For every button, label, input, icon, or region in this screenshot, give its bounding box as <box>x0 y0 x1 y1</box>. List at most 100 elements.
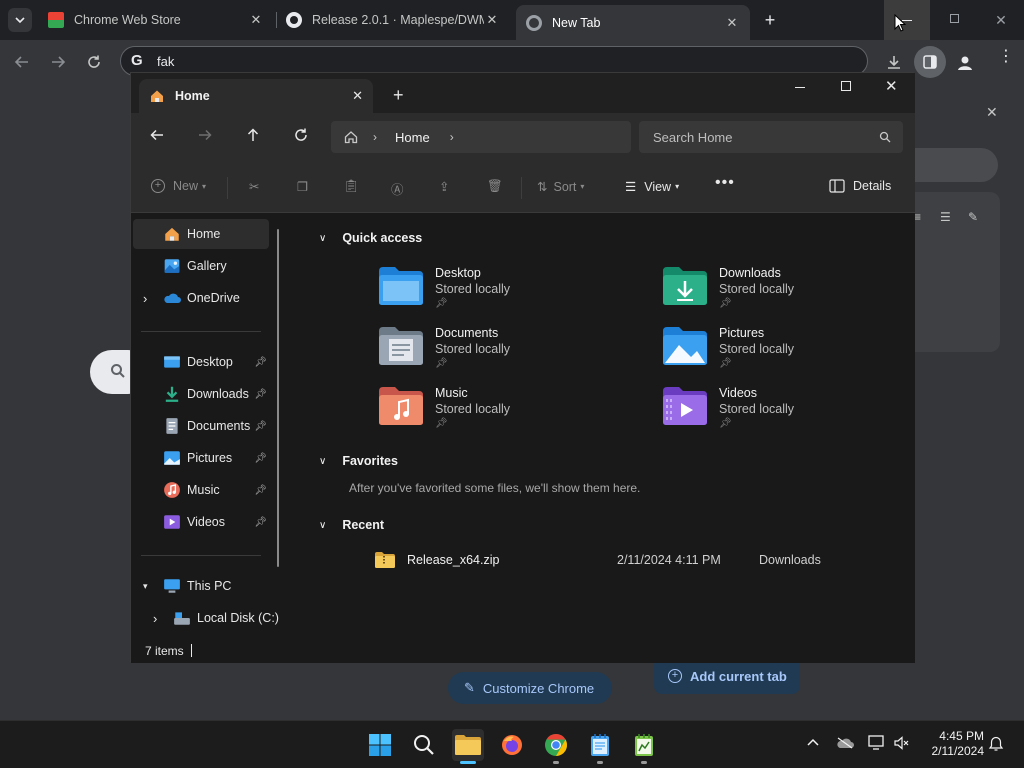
pin-icon[interactable]: 📌︎ <box>254 357 267 368</box>
videos-folder-icon <box>164 515 180 529</box>
paste-icon[interactable]: 📋︎ <box>343 179 359 194</box>
network-icon[interactable] <box>868 735 886 751</box>
address-bar[interactable]: › Home › <box>331 121 631 153</box>
explorer-tab-home[interactable]: Home ✕ <box>139 79 373 113</box>
search-button[interactable] <box>408 729 440 761</box>
back-button[interactable] <box>149 127 171 149</box>
copy-icon[interactable]: ❐ <box>297 179 308 194</box>
tab-search-button[interactable] <box>8 8 32 32</box>
customize-chrome-button[interactable]: ✎ Customize Chrome <box>448 672 612 704</box>
sort-button[interactable]: ⇅ Sort ▾ <box>537 179 584 195</box>
quick-access-videos[interactable]: Videos Stored locally 📌︎ <box>663 385 923 441</box>
chevron-down-icon: ▾ <box>202 181 207 191</box>
edit-icon[interactable]: ✎ <box>968 210 978 224</box>
side-panel-search[interactable] <box>914 148 998 182</box>
chevron-down-icon[interactable]: ▾ <box>143 581 148 592</box>
pin-icon[interactable]: 📌︎ <box>254 389 267 400</box>
new-tab-button[interactable]: + <box>760 10 780 30</box>
sidebar-item-music[interactable]: Music 📌︎ <box>133 475 269 505</box>
share-icon[interactable]: ⇪ <box>439 179 449 194</box>
new-button[interactable]: + New ▾ <box>151 179 206 193</box>
minimize-button[interactable] <box>884 0 930 40</box>
cut-icon[interactable]: ✂ <box>249 179 259 194</box>
taskbar-app[interactable] <box>628 729 660 764</box>
sidebar-item-onedrive[interactable]: › OneDrive <box>133 283 269 313</box>
rename-icon[interactable]: Ⓐ <box>391 179 404 198</box>
taskbar-notepad[interactable] <box>584 729 616 764</box>
restore-button[interactable] <box>930 0 976 40</box>
forward-button[interactable] <box>50 54 66 70</box>
quick-access-music[interactable]: Music Stored locally 📌︎ <box>379 385 639 441</box>
section-favorites[interactable]: ∨ Favorites <box>319 454 398 468</box>
sidebar-item-gallery[interactable]: Gallery <box>133 251 269 281</box>
clock[interactable]: 4:45 PM 2/11/2024 <box>922 729 985 759</box>
list-icon[interactable]: ☰ <box>940 210 951 224</box>
quick-access-pictures[interactable]: Pictures Stored locally 📌︎ <box>663 325 923 381</box>
close-icon[interactable]: ✕ <box>484 12 500 28</box>
chrome-tab-webstore[interactable]: Chrome Web Store ✕ <box>38 5 274 35</box>
running-indicator <box>553 761 559 764</box>
view-button[interactable]: ☰ View ▾ <box>625 179 679 195</box>
download-icon[interactable] <box>886 54 902 70</box>
details-button[interactable]: Details <box>829 179 891 193</box>
sidebar-item-local-disk[interactable]: › Local Disk (C:) <box>133 603 283 633</box>
sidebar-scrollbar[interactable] <box>277 229 279 567</box>
close-icon[interactable]: ✕ <box>248 12 264 28</box>
chevron-up-icon[interactable] <box>806 735 820 749</box>
quick-access-downloads[interactable]: Downloads Stored locally 📌︎ <box>663 265 923 321</box>
back-button[interactable] <box>14 54 30 70</box>
maximize-button[interactable] <box>841 81 851 91</box>
search-input[interactable]: Search Home <box>653 130 879 145</box>
pin-icon[interactable]: 📌︎ <box>254 421 267 432</box>
pin-icon[interactable]: 📌︎ <box>254 453 267 464</box>
profile-icon[interactable] <box>956 54 974 72</box>
breadcrumb-home[interactable]: Home <box>395 130 430 145</box>
close-icon[interactable]: ✕ <box>352 88 363 104</box>
chrome-tab-github[interactable]: Release 2.0.1 · Maplespe/DWMBlurGlass ✕ <box>276 5 510 35</box>
more-menu-icon[interactable]: ⋮ <box>998 49 1014 65</box>
taskbar-chrome[interactable] <box>540 729 572 764</box>
chrome-tab-newtab[interactable]: New Tab ✕ <box>516 5 750 40</box>
sidebar-item-pictures[interactable]: Pictures 📌︎ <box>133 443 269 473</box>
refresh-button[interactable] <box>293 127 315 149</box>
pin-icon[interactable]: 📌︎ <box>254 485 267 496</box>
sidebar-item-desktop[interactable]: Desktop 📌︎ <box>133 347 269 377</box>
close-icon[interactable]: ✕ <box>986 104 998 121</box>
taskbar-file-explorer[interactable] <box>452 729 484 764</box>
minimize-button[interactable] <box>795 87 805 88</box>
reload-button[interactable] <box>86 54 102 70</box>
up-button[interactable] <box>245 127 267 149</box>
add-current-tab-button[interactable]: + Add current tab <box>654 658 800 694</box>
chevron-right-icon[interactable]: › <box>153 611 157 626</box>
quick-access-documents[interactable]: Documents Stored locally 📌︎ <box>379 325 639 381</box>
new-explorer-tab-button[interactable]: + <box>393 85 404 106</box>
pin-icon[interactable]: 📌︎ <box>254 517 267 528</box>
more-options-icon[interactable]: ••• <box>715 174 735 192</box>
section-quick-access[interactable]: ∨ Quick access <box>319 231 422 245</box>
sidebar-item-this-pc[interactable]: ▾ This PC <box>133 571 269 601</box>
search-box[interactable]: Search Home <box>639 121 903 153</box>
sidebar-item-home[interactable]: Home <box>133 219 269 249</box>
chevron-right-icon[interactable]: › <box>143 291 147 306</box>
forward-button[interactable] <box>197 127 219 149</box>
notification-bell-icon[interactable] <box>988 736 1004 752</box>
table-row[interactable]: Release_x64.zip 2/11/2024 4:11 PM Downlo… <box>375 549 875 571</box>
documents-folder-icon <box>166 418 178 434</box>
sidebar-item-documents[interactable]: Documents 📌︎ <box>133 411 269 441</box>
close-icon[interactable]: ✕ <box>724 15 740 31</box>
close-window-button[interactable]: ✕ <box>885 77 898 95</box>
chevron-right-icon[interactable]: › <box>450 130 454 144</box>
filter-icon[interactable]: ≡ <box>914 210 921 224</box>
quick-access-desktop[interactable]: Desktop Stored locally 📌︎ <box>379 265 639 321</box>
delete-icon[interactable]: 🗑︎ <box>487 179 503 194</box>
close-window-button[interactable]: ✕ <box>978 0 1024 40</box>
github-icon <box>286 12 302 28</box>
sidebar-item-videos[interactable]: Videos 📌︎ <box>133 507 269 537</box>
start-button[interactable] <box>364 729 396 761</box>
taskbar-firefox[interactable] <box>496 729 528 761</box>
onedrive-tray-icon[interactable] <box>836 737 854 749</box>
section-recent[interactable]: ∨ Recent <box>319 518 384 532</box>
volume-muted-icon[interactable] <box>894 736 910 750</box>
sidebar-item-downloads[interactable]: Downloads 📌︎ <box>133 379 269 409</box>
side-panel-button[interactable] <box>914 46 946 78</box>
